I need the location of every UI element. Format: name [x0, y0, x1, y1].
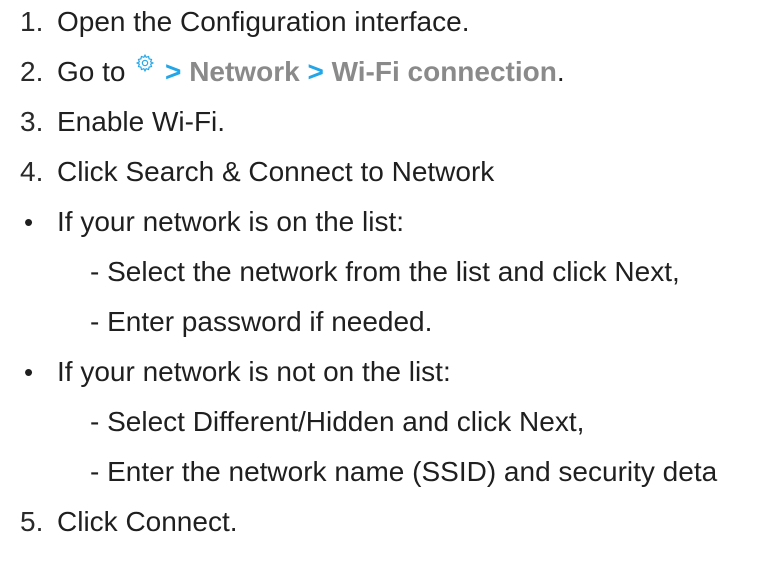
step-prefix: Go to	[57, 56, 126, 87]
path-separator: >	[165, 56, 182, 87]
menu-path-wifi-connection: Wi-Fi connection	[331, 56, 557, 87]
gear-icon	[136, 53, 155, 73]
step-number: 4.	[20, 156, 44, 187]
path-separator: >	[307, 56, 324, 87]
sub-item-text: - Enter the network name (SSID) and secu…	[90, 456, 718, 487]
step-number: 5.	[20, 506, 44, 537]
bullet-text: If your network is on the list:	[57, 206, 405, 237]
step-suffix: .	[556, 56, 565, 87]
sub-item-text: - Enter password if needed.	[90, 306, 433, 337]
sub-item-text: - Select Different/Hidden and click Next…	[90, 406, 585, 437]
step-number: 1.	[20, 6, 44, 37]
sub-item-text: - Select the network from the list and c…	[90, 256, 680, 287]
bullet-symbol: •	[24, 207, 34, 237]
step-text: Open the Configuration interface.	[57, 6, 470, 37]
step-number: 3.	[20, 106, 44, 137]
step-text: Enable Wi-Fi.	[57, 106, 226, 137]
instructions-document: 1. Open the Configuration interface. 2. …	[0, 0, 779, 563]
step-text: Click Search & Connect to Network	[57, 156, 495, 187]
menu-path-network: Network	[189, 56, 300, 87]
bullet-text: If your network is not on the list:	[57, 356, 451, 387]
bullet-symbol: •	[24, 357, 34, 387]
step-text: Click Connect.	[57, 506, 238, 537]
step-number: 2.	[20, 56, 44, 87]
step-text: Go to > Network > Wi-Fi connection.	[57, 52, 565, 92]
